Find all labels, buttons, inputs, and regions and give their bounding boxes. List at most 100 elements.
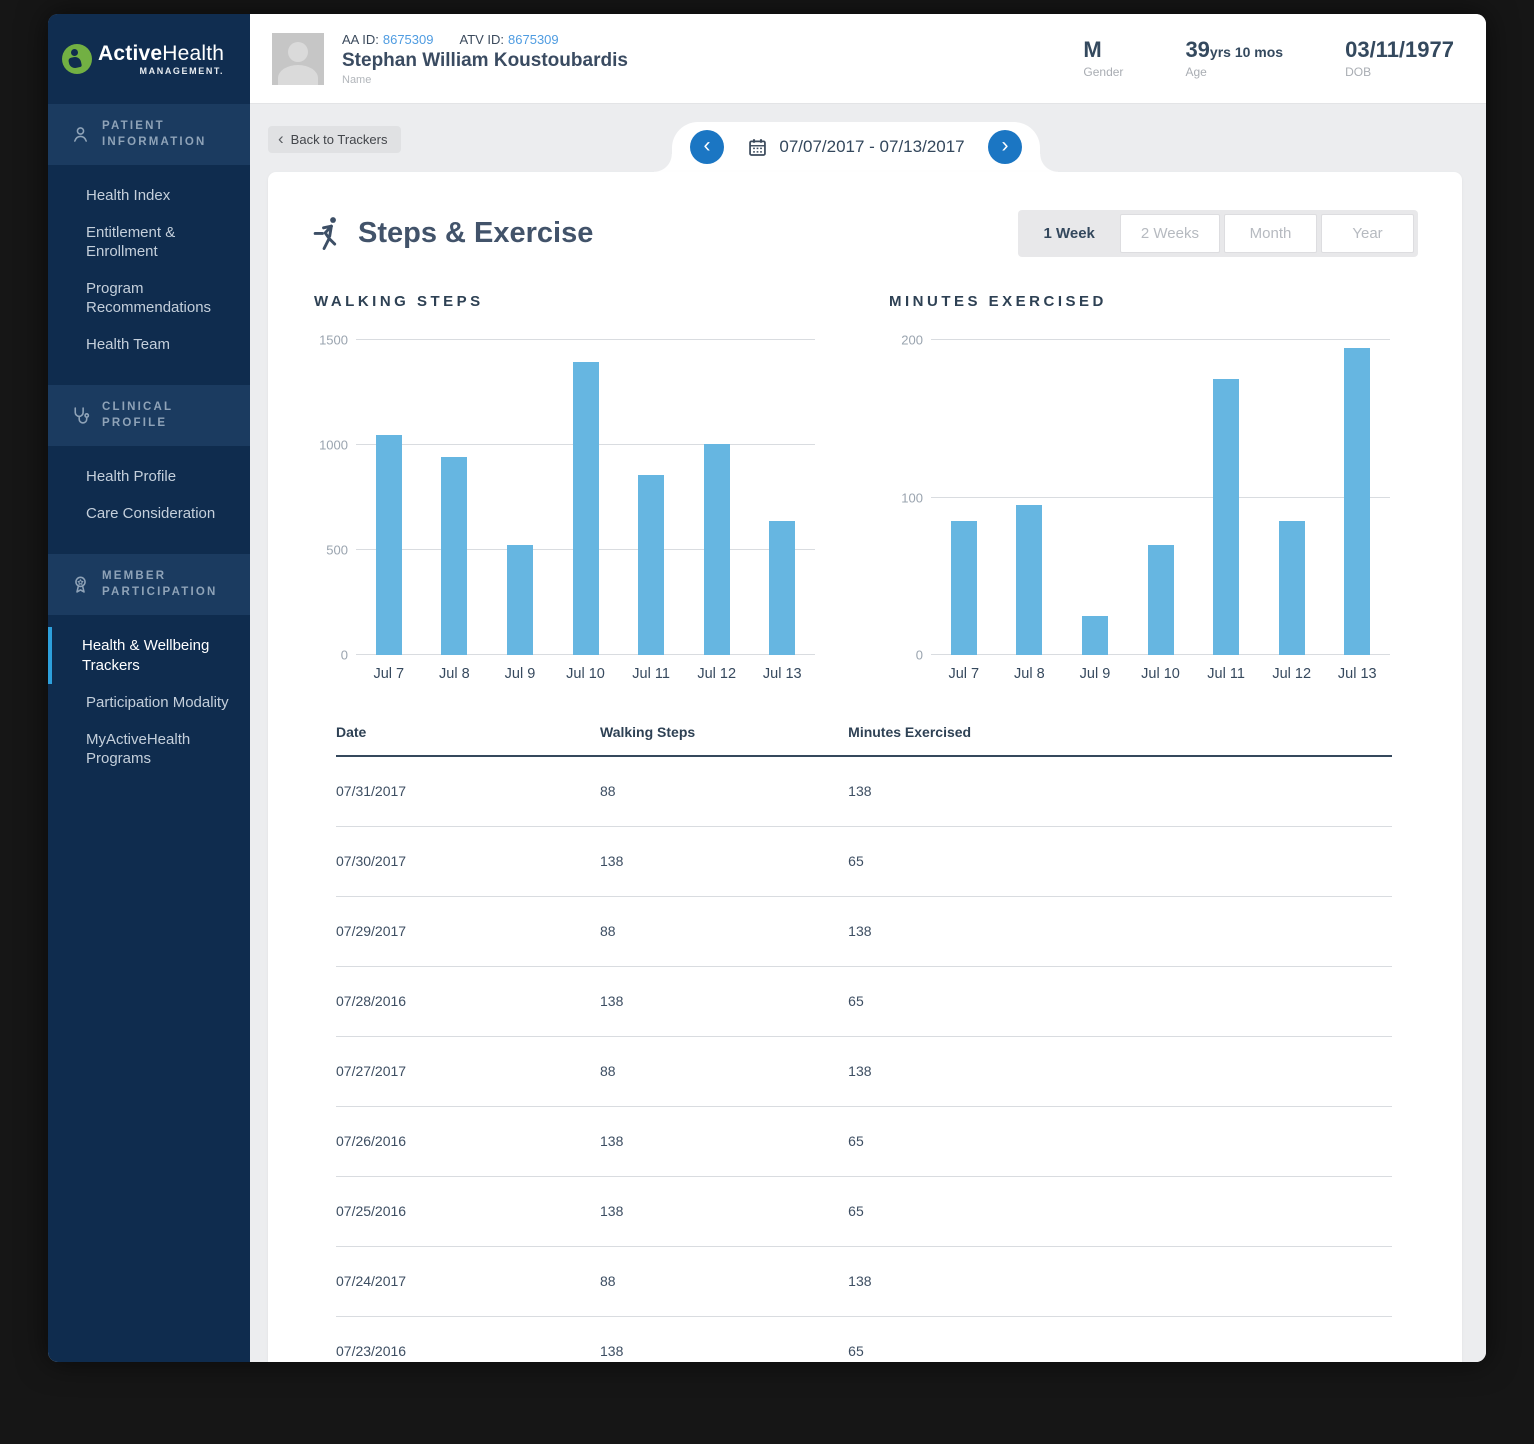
bar-jul-13 <box>1344 347 1371 655</box>
plot-area <box>356 339 815 655</box>
tracker-table: Date Walking Steps Minutes Exercised 07/31… <box>336 724 1392 1362</box>
y-axis: 0 100 200 <box>889 333 931 663</box>
table-row: 07/26/2016 138 65 <box>336 1106 1392 1177</box>
table-cell: 07/23/2016 <box>336 1316 600 1362</box>
table-row: 07/31/2017 88 138 <box>336 756 1392 827</box>
table-row: 07/25/2016 138 65 <box>336 1176 1392 1247</box>
x-tick-label: Jul 12 <box>697 666 737 682</box>
table-cell: 07/31/2017 <box>336 756 600 827</box>
x-tick-label: Jul 12 <box>1272 666 1312 682</box>
sidebar-item-program-recommendations[interactable]: Program Recommendations <box>48 270 250 326</box>
gender-stat: M Gender <box>1083 37 1124 79</box>
x-tick-label: Jul 13 <box>1337 666 1377 682</box>
y-tick-label: 500 <box>326 542 348 558</box>
column-header-date: Date <box>336 724 600 757</box>
table-cell: 138 <box>848 1036 1392 1107</box>
table-cell: 07/25/2016 <box>336 1176 600 1247</box>
period-tab-month[interactable]: Month <box>1224 214 1317 253</box>
sidebar-item-entitlement-enrollment[interactable]: Entitlement & Enrollment <box>48 214 250 270</box>
table-cell: 07/30/2017 <box>336 826 600 897</box>
y-tick-label: 1500 <box>319 332 348 348</box>
table-cell: 65 <box>848 966 1392 1037</box>
page-title: Steps & Exercise <box>358 217 594 249</box>
column-header-walking-steps: Walking Steps <box>600 724 849 757</box>
atv-id-value[interactable]: 8675309 <box>508 32 559 47</box>
x-tick-label: Jul 7 <box>948 666 980 682</box>
x-tick-label: Jul 9 <box>504 666 536 682</box>
sidebar-item-participation-modality[interactable]: Participation Modality <box>48 684 250 721</box>
prev-week-button[interactable]: ‹ <box>690 130 724 164</box>
sidebar-item-myactivehealth-programs[interactable]: MyActiveHealth Programs <box>48 721 250 777</box>
aa-id-value[interactable]: 8675309 <box>383 32 434 47</box>
bar-jul-11 <box>638 475 665 655</box>
sidebar-section-member-participation: Member Participation <box>48 554 250 616</box>
sidebar-item-health-index[interactable]: Health Index <box>48 177 250 214</box>
table-cell: 65 <box>848 826 1392 897</box>
sidebar-item-care-consideration[interactable]: Care Consideration <box>48 495 250 532</box>
medal-icon <box>70 574 91 595</box>
patient-header: AA ID: 8675309 ATV ID: 8675309 Stephan Wil… <box>250 14 1486 104</box>
period-tab-2-weeks[interactable]: 2 Weeks <box>1119 214 1220 253</box>
bar-jul-13 <box>769 520 796 655</box>
plot-area <box>931 339 1390 655</box>
period-toggle: 1 Week 2 Weeks Month Year <box>1018 210 1418 257</box>
sidebar-section-clinical-profile: Clinical Profile <box>48 385 250 447</box>
table-cell: 138 <box>600 826 849 897</box>
table-cell: 07/29/2017 <box>336 896 600 967</box>
aa-id: AA ID: 8675309 <box>342 31 434 47</box>
x-tick-label: Jul 8 <box>1014 666 1045 682</box>
x-tick-label: Jul 10 <box>566 666 605 682</box>
date-range-selector: ‹ 07/07/2017 - 07/13/2017 › <box>654 122 1058 172</box>
table-cell: 65 <box>848 1106 1392 1177</box>
period-tab-1-week[interactable]: 1 Week <box>1022 214 1115 253</box>
next-week-button[interactable]: › <box>988 130 1022 164</box>
sidebar-item-health-wellbeing-trackers[interactable]: Health & Wellbeing Trackers <box>48 627 250 684</box>
y-tick-label: 200 <box>901 332 923 348</box>
table-cell: 138 <box>848 756 1392 827</box>
table-cell: 138 <box>600 1316 849 1362</box>
chart-title: WALKING STEPS <box>314 293 484 310</box>
atv-id: ATV ID: 8675309 <box>459 31 559 47</box>
bar-jul-10 <box>572 362 599 655</box>
bar-jul-9 <box>1081 615 1108 655</box>
table-cell: 88 <box>600 1036 849 1107</box>
patient-name-label: Name <box>342 73 372 86</box>
x-tick-label: Jul 8 <box>439 666 470 682</box>
bar-jul-11 <box>1213 379 1240 655</box>
y-tick-label: 0 <box>915 647 923 663</box>
table-cell: 138 <box>848 896 1392 967</box>
table-cell: 07/28/2016 <box>336 966 600 1037</box>
person-icon <box>70 124 91 145</box>
table-cell: 07/24/2017 <box>336 1246 600 1317</box>
x-axis: Jul 7 Jul 8 Jul 9 Jul 10 Jul 11 Jul 12 Jul 13 <box>356 666 815 682</box>
x-tick-label: Jul 11 <box>632 666 670 682</box>
table-cell: 65 <box>848 1316 1392 1362</box>
date-range-text: 07/07/2017 - 07/13/2017 <box>779 137 965 156</box>
app-window: ActiveHealth MANAGEMENT. Patient Informa… <box>48 14 1486 1362</box>
activehealth-globe-icon <box>62 44 92 74</box>
patient-name: Stephan William Koustoubardis <box>342 49 628 71</box>
bar-jul-8 <box>441 456 468 655</box>
table-row: 07/30/2017 138 65 <box>336 826 1392 897</box>
x-tick-label: Jul 10 <box>1141 666 1180 682</box>
y-axis: 0 500 1000 1500 <box>314 333 356 663</box>
sidebar-item-health-team[interactable]: Health Team <box>48 326 250 363</box>
y-tick-label: 1000 <box>319 437 348 453</box>
stethoscope-icon <box>70 405 91 426</box>
tracker-card: Steps & Exercise 1 Week 2 Weeks Month Year … <box>268 172 1462 1362</box>
table-cell: 138 <box>600 1176 849 1247</box>
x-tick-label: Jul 9 <box>1079 666 1111 682</box>
brand-tagline: MANAGEMENT. <box>139 65 225 76</box>
table-cell: 88 <box>600 1246 849 1317</box>
sidebar-nav: Patient Information Health Index Entitleme… <box>48 104 250 799</box>
back-to-trackers-button[interactable]: ‹ Back to Trackers <box>268 126 402 153</box>
chart-title: MINUTES EXERCISED <box>889 293 1107 310</box>
table-row: 07/24/2017 88 138 <box>336 1246 1392 1317</box>
period-tab-year[interactable]: Year <box>1321 214 1414 253</box>
sidebar-item-health-profile[interactable]: Health Profile <box>48 458 250 495</box>
brand-logo: ActiveHealth MANAGEMENT. <box>48 14 250 104</box>
sidebar: ActiveHealth MANAGEMENT. Patient Informa… <box>48 14 250 1362</box>
table-cell: 138 <box>848 1246 1392 1317</box>
table-cell: 65 <box>848 1176 1392 1247</box>
table-row: 07/28/2016 138 65 <box>336 966 1392 1037</box>
